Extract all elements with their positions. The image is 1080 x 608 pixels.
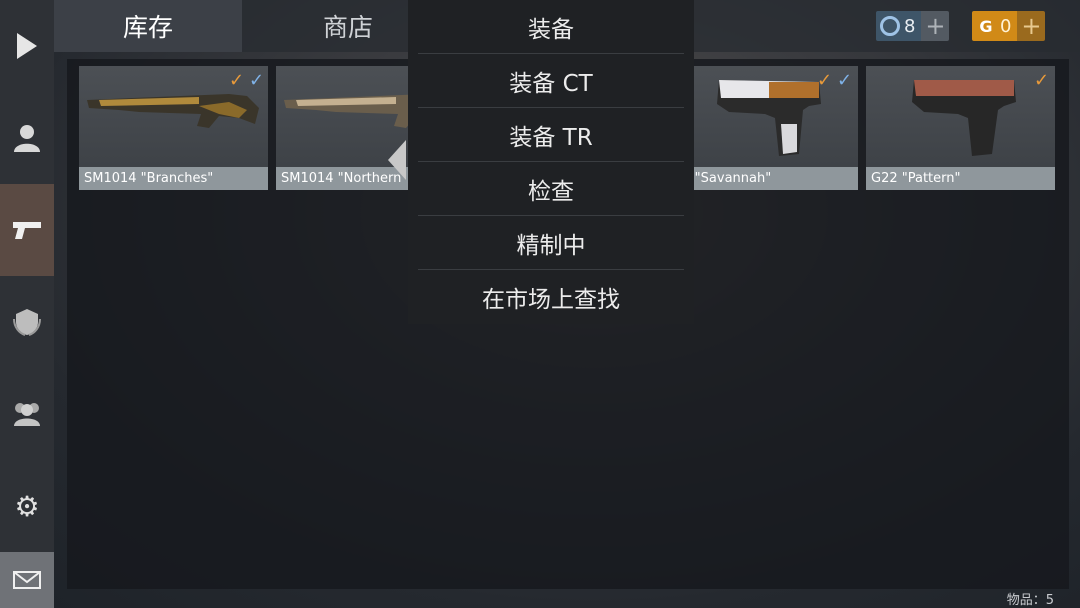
equipped-t-icon: ✓ xyxy=(1034,70,1050,91)
add-credits-button[interactable]: + xyxy=(921,11,950,41)
gear-icon: ⚙ xyxy=(14,489,40,523)
gold-coin-icon: G xyxy=(979,16,993,36)
item-context-menu: 装备 装备 CT 装备 TR 检查 精制中 在市场上查找 xyxy=(408,0,694,324)
sidebar-item-play[interactable] xyxy=(0,0,54,93)
shield-icon xyxy=(13,309,41,336)
gold-value: 0 xyxy=(1000,15,1012,37)
credits-display: 8 xyxy=(876,11,922,41)
menu-equip-tr[interactable]: 装备 TR xyxy=(418,108,684,162)
friends-icon xyxy=(14,403,40,426)
credit-coin-icon xyxy=(880,16,900,36)
play-icon xyxy=(17,33,37,59)
credits-balance: 8 + xyxy=(876,11,950,41)
inventory-item-card[interactable]: ✓ ✓ 50 "Savannah" xyxy=(669,66,858,190)
equipped-t-icon: ✓ xyxy=(817,70,833,91)
sidebar-item-friends[interactable] xyxy=(0,368,54,461)
pistol-icon xyxy=(13,222,41,239)
profile-icon xyxy=(14,125,40,152)
menu-refine[interactable]: 精制中 xyxy=(418,216,684,270)
equipped-t-icon: ✓ xyxy=(229,70,245,91)
mail-icon xyxy=(13,571,41,589)
item-name: G22 "Pattern" xyxy=(866,167,1055,190)
item-name: 50 "Savannah" xyxy=(669,167,858,190)
menu-equip[interactable]: 装备 xyxy=(418,0,684,54)
item-image xyxy=(866,66,1055,167)
item-name: SM1014 "Branches" xyxy=(79,167,268,190)
sidebar-item-profile[interactable] xyxy=(0,92,54,185)
credits-value: 8 xyxy=(904,15,916,37)
gold-display: G 0 xyxy=(972,11,1018,41)
menu-inspect[interactable]: 检查 xyxy=(418,162,684,216)
inventory-item-card[interactable]: ✓ ✓ SM1014 "Branches" xyxy=(79,66,268,190)
equipped-ct-icon: ✓ xyxy=(837,70,853,91)
inventory-item-card[interactable]: ✓ G22 "Pattern" xyxy=(866,66,1055,190)
sidebar-item-inventory[interactable] xyxy=(0,184,54,277)
sidebar: ⚙ xyxy=(0,0,54,608)
item-count: 物品：5 xyxy=(1006,593,1054,608)
tab-inventory[interactable]: 库存 xyxy=(54,0,242,52)
pistol-icon xyxy=(912,80,1016,156)
scroll-left-arrow-icon[interactable] xyxy=(388,140,406,180)
sidebar-item-mail[interactable] xyxy=(0,552,54,608)
add-gold-button[interactable]: + xyxy=(1017,11,1046,41)
sidebar-item-rank[interactable] xyxy=(0,276,54,369)
gold-balance: G 0 + xyxy=(972,11,1046,41)
equipped-ct-icon: ✓ xyxy=(249,70,265,91)
sidebar-item-settings[interactable]: ⚙ xyxy=(0,460,54,553)
menu-find-on-market[interactable]: 在市场上查找 xyxy=(418,270,684,323)
menu-equip-ct[interactable]: 装备 CT xyxy=(418,54,684,108)
